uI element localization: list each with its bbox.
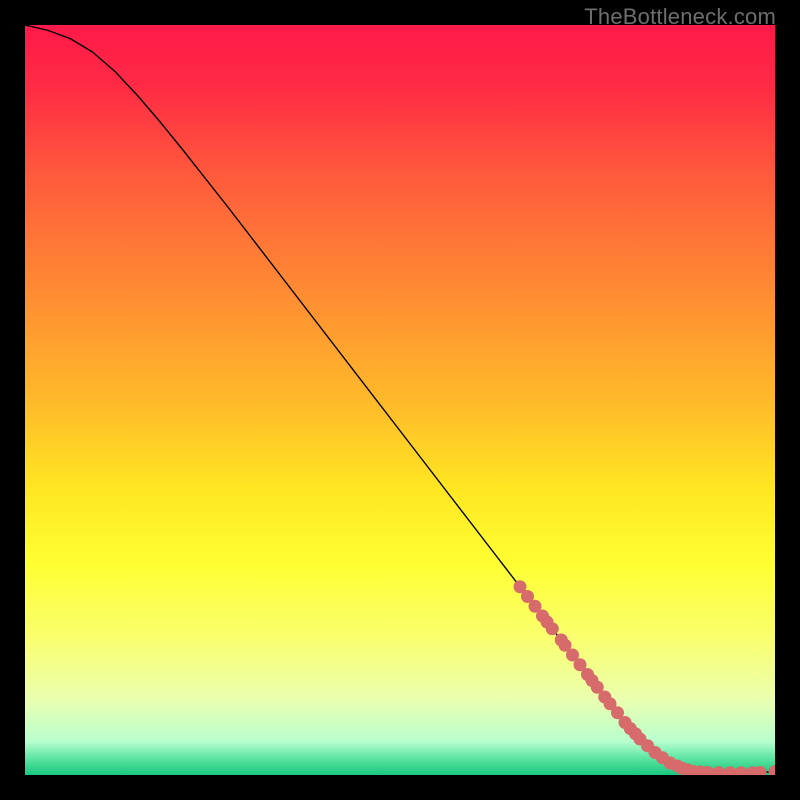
chart-svg — [25, 25, 775, 775]
chart-plot-area — [25, 25, 775, 775]
watermark-text: TheBottleneck.com — [584, 4, 776, 30]
background-gradient-rect — [25, 25, 775, 775]
chart-stage: TheBottleneck.com — [0, 0, 800, 800]
marker-point — [546, 622, 559, 635]
